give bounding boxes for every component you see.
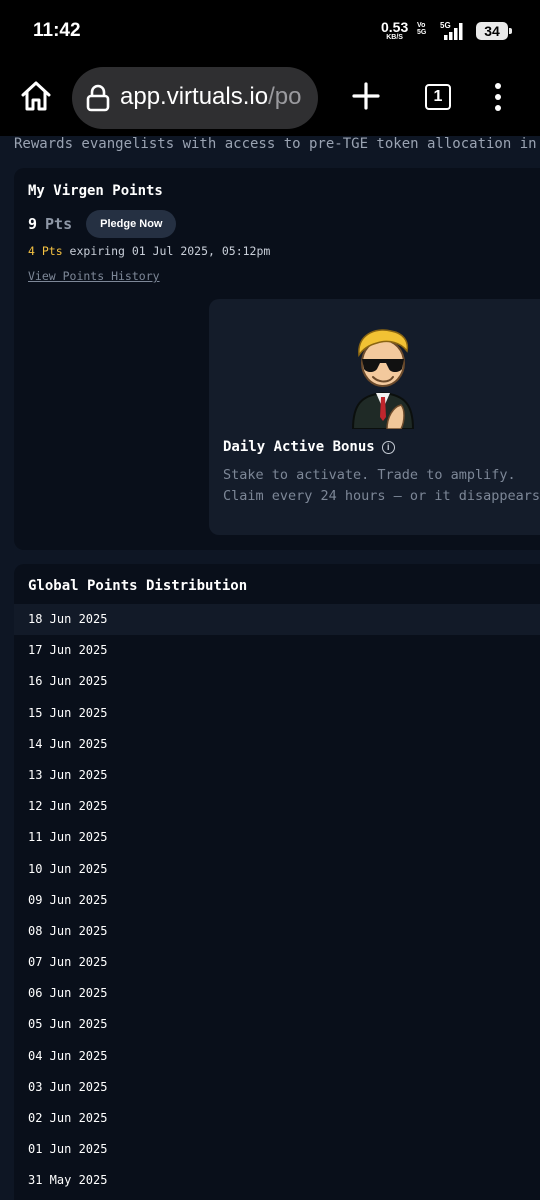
signal-icon: 5G (436, 20, 470, 46)
date-row[interactable]: 02 Jun 2025 (14, 1103, 540, 1134)
daily-active-bonus-title: Daily Active Bonus i (223, 439, 395, 455)
network-speed-unit: KB/S (386, 34, 403, 41)
date-row[interactable]: 13 Jun 2025 (14, 760, 540, 791)
date-row[interactable]: 08 Jun 2025 (14, 916, 540, 947)
signal-label: 5G (440, 21, 451, 30)
lock-icon (86, 84, 110, 112)
more-vertical-icon (495, 83, 501, 111)
tab-switcher-button[interactable]: 1 (425, 84, 451, 110)
expiring-points-amount: 4 Pts (28, 244, 63, 258)
date-row[interactable]: 14 Jun 2025 (14, 729, 540, 760)
url-domain: app.virtuals.io (120, 83, 269, 110)
date-row[interactable]: 05 Jun 2025 (14, 1009, 540, 1040)
new-tab-button[interactable] (350, 80, 382, 112)
bonus-description-line-1: Stake to activate. Trade to amplify. (223, 467, 516, 483)
url-path: /po (268, 83, 302, 110)
battery-icon: 34 (476, 22, 512, 40)
more-menu-button[interactable] (488, 82, 508, 112)
page-content: Rewards evangelists with access to pre-T… (0, 136, 540, 1200)
bonus-title-text: Daily Active Bonus (223, 439, 375, 455)
daily-active-bonus-panel: Daily Active Bonus i Stake to activate. … (209, 299, 540, 535)
volte-indicator: Vo 5G (417, 22, 426, 37)
bonus-description-line-2: Claim every 24 hours — or it disappears (223, 488, 540, 504)
global-points-distribution-card: Global Points Distribution 18 Jun 2025 1… (14, 564, 540, 1200)
date-row[interactable]: 06 Jun 2025 (14, 978, 540, 1009)
expiring-points: 4 Pts expiring 01 Jul 2025, 05:12pm (28, 244, 270, 258)
distribution-date-list: 18 Jun 2025 17 Jun 2025 16 Jun 2025 15 J… (14, 604, 540, 1197)
date-row[interactable]: 09 Jun 2025 (14, 885, 540, 916)
home-button[interactable] (18, 78, 54, 114)
date-row[interactable]: 07 Jun 2025 (14, 947, 540, 978)
expiring-points-text: expiring 01 Jul 2025, 05:12pm (62, 244, 271, 258)
url-text: app.virtuals.io/po (120, 83, 301, 111)
status-bar: 11:42 0.53 KB/S Vo 5G 5G 34 (0, 0, 540, 62)
date-row[interactable]: 03 Jun 2025 (14, 1072, 540, 1103)
mascot-illustration (351, 329, 415, 429)
virgen-points-card: My Virgen Points 9 Pts Pledge Now 4 Pts … (14, 168, 540, 550)
home-icon (21, 81, 51, 111)
status-time: 11:42 (33, 20, 81, 41)
date-row[interactable]: 15 Jun 2025 (14, 698, 540, 729)
distribution-title: Global Points Distribution (28, 578, 248, 594)
date-row[interactable]: 04 Jun 2025 (14, 1041, 540, 1072)
pledge-now-button[interactable]: Pledge Now (86, 210, 177, 238)
address-bar[interactable]: app.virtuals.io/po (72, 67, 318, 129)
date-row[interactable]: 11 Jun 2025 (14, 822, 540, 853)
volte-bottom: 5G (417, 29, 427, 37)
network-speed-value: 0.53 (381, 19, 409, 35)
view-points-history-link[interactable]: View Points History (28, 269, 160, 283)
date-row[interactable]: 12 Jun 2025 (14, 791, 540, 822)
plus-icon (352, 82, 380, 110)
intro-text: Rewards evangelists with access to pre-T… (14, 136, 540, 152)
points-value: 9 (28, 215, 38, 233)
points-row: 9 Pts Pledge Now (28, 210, 177, 238)
date-row[interactable]: 10 Jun 2025 (14, 854, 540, 885)
date-row[interactable]: 31 May 2025 (14, 1165, 540, 1196)
date-row[interactable]: 16 Jun 2025 (14, 666, 540, 697)
points-card-title: My Virgen Points (28, 183, 163, 199)
points-unit: Pts (45, 215, 73, 233)
browser-toolbar: app.virtuals.io/po 1 (0, 62, 540, 136)
date-row[interactable]: 17 Jun 2025 (14, 635, 540, 666)
date-row[interactable]: 18 Jun 2025 (14, 604, 540, 636)
info-icon[interactable]: i (381, 440, 395, 454)
date-row[interactable]: 01 Jun 2025 (14, 1134, 540, 1165)
volte-top: Vo (417, 22, 426, 29)
network-speed: 0.53 KB/S (381, 20, 408, 41)
